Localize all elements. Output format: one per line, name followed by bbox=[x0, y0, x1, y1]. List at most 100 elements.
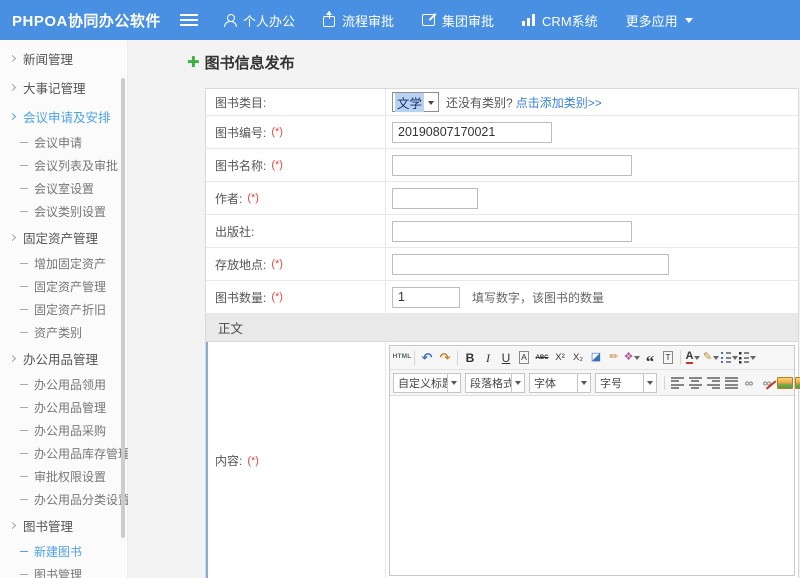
sidebar-item[interactable]: 办公用品领用 bbox=[0, 373, 127, 396]
add-category-link[interactable]: 点击添加类别>> bbox=[516, 94, 602, 111]
insert-image-icon[interactable] bbox=[795, 374, 800, 391]
italic-icon[interactable]: I bbox=[480, 349, 497, 366]
quantity-input[interactable] bbox=[392, 287, 460, 308]
undo-icon[interactable]: ↶ bbox=[419, 349, 436, 366]
field-value bbox=[386, 149, 798, 181]
storage-location-input[interactable] bbox=[392, 254, 669, 275]
align-left-icon bbox=[671, 376, 684, 389]
bold-icon[interactable]: B bbox=[462, 349, 479, 366]
editor-content-area[interactable] bbox=[390, 396, 794, 575]
font-style-icon[interactable]: A bbox=[516, 349, 533, 366]
align-center-icon[interactable] bbox=[687, 374, 704, 391]
blockquote-icon[interactable]: “ bbox=[642, 349, 659, 366]
chevron-right-icon bbox=[9, 522, 16, 529]
sidebar-item[interactable]: 新闻管理 bbox=[0, 44, 127, 73]
template-icon: T bbox=[663, 351, 673, 364]
app-logo: PHPOA协同办公软件 bbox=[0, 10, 180, 31]
sidebar-item[interactable]: 大事记管理 bbox=[0, 73, 127, 102]
unlink-icon[interactable]: ∞ bbox=[759, 374, 776, 391]
sidebar-item[interactable]: 办公用品分类设置 bbox=[0, 488, 127, 511]
sidebar-item-label: 图书管理 bbox=[23, 516, 73, 535]
sidebar-item[interactable]: 办公用品管理 bbox=[0, 396, 127, 419]
underline-icon[interactable]: U bbox=[498, 349, 515, 366]
format-brush-icon[interactable]: ✏ bbox=[606, 349, 623, 366]
font-family-select[interactable]: 字体 bbox=[529, 373, 591, 393]
image-icon[interactable] bbox=[777, 374, 794, 391]
field-value bbox=[386, 215, 798, 247]
label-text: 作者: bbox=[215, 190, 242, 207]
book-form: 图书类目: 文学 还没有类别? 点击添加类别>> 图书编号: (*) bbox=[205, 88, 799, 578]
nav-label: 更多应用 bbox=[626, 11, 678, 30]
sidebar-item[interactable]: 图书管理 bbox=[0, 511, 127, 540]
form-row-category: 图书类目: 文学 还没有类别? 点击添加类别>> bbox=[206, 89, 798, 116]
caret-down-icon bbox=[634, 356, 640, 363]
publisher-input[interactable] bbox=[392, 221, 632, 242]
nav-personal-office[interactable]: 个人办公 bbox=[224, 11, 295, 30]
nav-group-approval[interactable]: 集团审批 bbox=[422, 11, 494, 30]
rich-text-editor: HTML↶↷BIUAABCX²X₂◪✏❖“TA✎ 自定义标题段落格式字体字号∞∞ bbox=[389, 345, 795, 576]
eraser-icon[interactable]: ◪ bbox=[588, 349, 605, 366]
subscript-icon[interactable]: X₂ bbox=[570, 349, 587, 366]
superscript-icon[interactable]: X² bbox=[552, 349, 569, 366]
required-mark: (*) bbox=[271, 258, 283, 270]
nav-crm-system[interactable]: CRM系统 bbox=[522, 11, 598, 30]
fill-color-icon[interactable]: ❖ bbox=[624, 349, 641, 366]
highlight-pen-icon[interactable]: ✎ bbox=[703, 349, 720, 366]
nav-more-apps[interactable]: 更多应用 bbox=[626, 11, 693, 30]
unordered-list-icon[interactable] bbox=[739, 349, 756, 366]
chevron-right-icon bbox=[9, 234, 16, 241]
sidebar-item[interactable]: 固定资产管理 bbox=[0, 223, 127, 252]
sidebar-item[interactable]: 会议室设置 bbox=[0, 177, 127, 200]
sidebar-item[interactable]: 图书管理 bbox=[0, 563, 127, 578]
image-icon bbox=[777, 377, 793, 389]
custom-title-select[interactable]: 自定义标题 bbox=[393, 373, 461, 393]
sidebar-item[interactable]: 办公用品管理 bbox=[0, 344, 127, 373]
dash-icon bbox=[20, 476, 28, 477]
template-icon[interactable]: T bbox=[660, 349, 677, 366]
chevron-right-icon bbox=[9, 84, 16, 91]
font-size-select[interactable]: 字号 bbox=[595, 373, 657, 393]
menu-toggle-icon[interactable] bbox=[180, 14, 198, 26]
sidebar-item[interactable]: 会议申请及安排 bbox=[0, 102, 127, 131]
font-color-icon[interactable]: A bbox=[685, 349, 702, 366]
book-number-input[interactable] bbox=[392, 122, 552, 143]
align-left-icon[interactable] bbox=[669, 374, 686, 391]
select-label: 段落格式 bbox=[466, 375, 511, 391]
sidebar-item[interactable]: 资产类别 bbox=[0, 321, 127, 344]
sidebar-item[interactable]: 办公用品库存管理 bbox=[0, 442, 127, 465]
sidebar-item[interactable]: 固定资产管理 bbox=[0, 275, 127, 298]
paragraph-format-select[interactable]: 段落格式 bbox=[465, 373, 525, 393]
sidebar-item-label: 会议申请 bbox=[34, 134, 82, 151]
sidebar-scrollbar[interactable] bbox=[121, 78, 125, 538]
nav-workflow-approval[interactable]: 流程审批 bbox=[323, 11, 394, 30]
select-label: 字体 bbox=[530, 375, 577, 391]
align-justify-icon[interactable] bbox=[723, 374, 740, 391]
format-brush-icon: ✏ bbox=[609, 352, 618, 363]
label-text: 图书数量: bbox=[215, 289, 266, 306]
nav-label: 个人办公 bbox=[243, 11, 295, 30]
sidebar-item[interactable]: 固定资产折旧 bbox=[0, 298, 127, 321]
link-icon[interactable]: ∞ bbox=[741, 374, 758, 391]
align-right-icon[interactable] bbox=[705, 374, 722, 391]
book-category-select[interactable]: 文学 bbox=[392, 92, 439, 112]
sidebar-item[interactable]: 审批权限设置 bbox=[0, 465, 127, 488]
strikethrough-icon[interactable]: ABC bbox=[534, 349, 551, 366]
sidebar-item-label: 办公用品采购 bbox=[34, 422, 106, 439]
field-label: 作者: (*) bbox=[206, 182, 386, 214]
sidebar-item[interactable]: 增加固定资产 bbox=[0, 252, 127, 275]
field-value: HTML↶↷BIUAABCX²X₂◪✏❖“TA✎ 自定义标题段落格式字体字号∞∞ bbox=[386, 342, 798, 578]
sidebar-item[interactable]: 会议申请 bbox=[0, 131, 127, 154]
sidebar-item[interactable]: 新建图书 bbox=[0, 540, 127, 563]
sidebar-item[interactable]: 办公用品采购 bbox=[0, 419, 127, 442]
required-mark: (*) bbox=[271, 126, 283, 138]
sidebar-item[interactable]: 会议类别设置 bbox=[0, 200, 127, 223]
book-name-input[interactable] bbox=[392, 155, 632, 176]
html-source-icon[interactable]: HTML bbox=[394, 349, 411, 366]
undo-icon: ↶ bbox=[422, 351, 433, 364]
sidebar-item[interactable]: 会议列表及审批 bbox=[0, 154, 127, 177]
caret-down-icon bbox=[428, 101, 434, 108]
author-input[interactable] bbox=[392, 188, 478, 209]
redo-icon[interactable]: ↷ bbox=[437, 349, 454, 366]
ordered-list-icon[interactable] bbox=[721, 349, 738, 366]
dash-icon bbox=[20, 551, 28, 552]
